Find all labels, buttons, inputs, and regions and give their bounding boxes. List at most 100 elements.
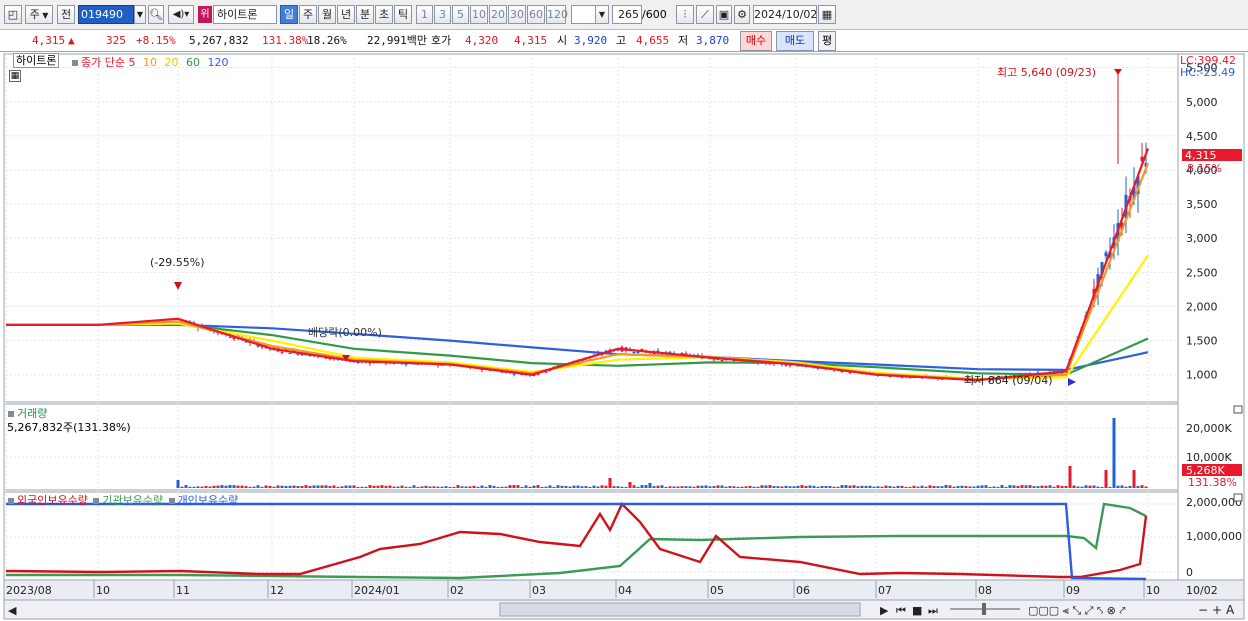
- holding-maximize-icon[interactable]: [1233, 493, 1243, 502]
- volume-bar: [760, 485, 764, 488]
- period-tab-0[interactable]: 일: [280, 5, 298, 24]
- volume-bar: [268, 486, 272, 488]
- max-price-label: 최고 5,640 (09/23): [997, 66, 1096, 79]
- prev-stock-button[interactable]: 전: [57, 5, 75, 24]
- date-input[interactable]: 2024/10/02: [753, 5, 817, 24]
- period-tab-1[interactable]: 주: [299, 5, 317, 24]
- tools-icons[interactable]: ▢▢▢ ⫷ ⤡ ⤢ ⤣ ⊗ ⤤: [1028, 604, 1126, 617]
- volume-bar: [964, 486, 968, 488]
- interval-tab-60[interactable]: 60: [527, 5, 545, 24]
- chart-svg[interactable]: 5,5005,0004,5004,0003,5003,0002,5002,000…: [0, 52, 1248, 621]
- volume-bar: [308, 486, 312, 488]
- candle-type-icon[interactable]: ⫶: [676, 5, 694, 24]
- x-label-7: 04: [618, 584, 632, 597]
- volume-bar: [432, 486, 436, 488]
- volume-bar: [388, 485, 392, 488]
- period-tab-5[interactable]: 초: [375, 5, 393, 24]
- period-tab-3[interactable]: 년: [337, 5, 355, 24]
- interval-tab-10[interactable]: 10: [470, 5, 488, 24]
- volume-bar: [272, 486, 276, 488]
- volume-bar: [700, 485, 704, 488]
- volume-bar: [1004, 486, 1008, 488]
- volume-bar: [476, 486, 480, 488]
- data-count-input[interactable]: 265: [612, 5, 642, 24]
- stop-icon[interactable]: ■: [912, 604, 922, 617]
- volume-bar: [876, 486, 880, 488]
- volume-bar: [612, 486, 616, 488]
- sell-button[interactable]: 매도: [776, 31, 814, 51]
- line-tool-icon[interactable]: ⟋: [696, 5, 714, 24]
- volume-bar: [452, 486, 456, 488]
- volume-bar: [248, 486, 252, 488]
- volume-bar: [980, 485, 984, 488]
- volume-bar: [688, 486, 692, 488]
- stock-code-input[interactable]: 019490: [78, 5, 134, 24]
- x-label-8: 05: [710, 584, 724, 597]
- period-tab-6[interactable]: 틱: [394, 5, 412, 24]
- stock-label-box[interactable]: 하이트론: [13, 53, 60, 68]
- interval-tab-5[interactable]: 5: [452, 5, 469, 24]
- buy-button[interactable]: 매수: [740, 31, 772, 51]
- settings-gear-icon[interactable]: ⚙: [734, 5, 750, 24]
- legend-square-icon: [8, 497, 14, 504]
- interval-dropdown-icon[interactable]: ▼: [595, 5, 609, 24]
- market-select[interactable]: 주 ▼: [25, 5, 53, 24]
- average-button[interactable]: 평: [818, 31, 836, 51]
- volume-bar: [204, 485, 208, 488]
- save-icon[interactable]: ▣: [716, 5, 732, 24]
- volume-bar: [176, 480, 180, 488]
- period-tab-2[interactable]: 월: [318, 5, 336, 24]
- volume-bar: [840, 485, 844, 488]
- x-label-2: 11: [176, 584, 190, 597]
- go-first-icon[interactable]: ⏮: [896, 604, 906, 617]
- volume-bar: [944, 485, 948, 488]
- interval-tab-20[interactable]: 20: [489, 5, 507, 24]
- interval-tab-1[interactable]: 1: [416, 5, 433, 24]
- stock-name-field[interactable]: 하이트론: [213, 5, 277, 24]
- window-menu-icon[interactable]: ◰: [4, 5, 22, 24]
- volume-bar: [1140, 485, 1144, 488]
- volume-bar: [576, 485, 580, 488]
- volume-bar: [1096, 486, 1100, 488]
- scroll-thumb[interactable]: [499, 602, 861, 617]
- volume-bar: [808, 485, 812, 488]
- search-icon[interactable]: 🔍︎: [148, 5, 164, 24]
- go-last-icon[interactable]: ⏭: [928, 604, 938, 617]
- volume-bar: [544, 486, 548, 488]
- volume-bar: [736, 486, 740, 488]
- table-icon[interactable]: ▦: [9, 70, 21, 82]
- period-tab-4[interactable]: 분: [356, 5, 374, 24]
- interval-tab-30[interactable]: 30: [508, 5, 526, 24]
- volume-ratio: 131.38%: [262, 34, 309, 47]
- volume-bar: [412, 485, 416, 488]
- volume-bar: [284, 486, 288, 488]
- volume-bar: [1112, 418, 1116, 488]
- volume-bar: [824, 485, 828, 488]
- zoom-out-icon[interactable]: −: [1198, 603, 1208, 617]
- scroll-right-icon[interactable]: ▶: [880, 604, 889, 617]
- legend-individual: 개인보유수량: [177, 494, 239, 507]
- volume-bar: [988, 486, 992, 488]
- high-label: 고: [616, 34, 627, 47]
- price-change-pct: +8.15%: [136, 34, 176, 47]
- volume-maximize-icon[interactable]: [1233, 405, 1243, 414]
- volume-bar: [820, 485, 824, 488]
- volume-bar: [848, 485, 852, 488]
- volume-bar: [464, 486, 468, 488]
- code-dropdown-icon[interactable]: ▼: [134, 5, 146, 24]
- interval-tab-3[interactable]: 3: [434, 5, 451, 24]
- zoom-slider-handle[interactable]: [982, 603, 986, 615]
- hts-chart-window: ◰ 주 ▼ 전 019490 ▼ 🔍︎ ◀)▾ 위 하이트론 ▼ 265 /60…: [0, 0, 1248, 621]
- scroll-left-icon[interactable]: ◀: [8, 604, 17, 617]
- font-size-icon[interactable]: A: [1226, 603, 1235, 617]
- hc-label: HC:-23.49: [1180, 66, 1235, 79]
- calendar-icon[interactable]: ▦: [818, 5, 836, 24]
- zoom-in-icon[interactable]: +: [1212, 603, 1222, 617]
- drop-label: (-29.55%): [150, 256, 205, 269]
- volume-bar: [652, 486, 656, 488]
- volume-bar: [292, 485, 296, 488]
- sound-icon[interactable]: ◀)▾: [168, 5, 194, 24]
- volume-bar: [832, 486, 836, 488]
- interval-tab-120[interactable]: 120: [546, 5, 568, 24]
- volume-bar: [340, 486, 344, 488]
